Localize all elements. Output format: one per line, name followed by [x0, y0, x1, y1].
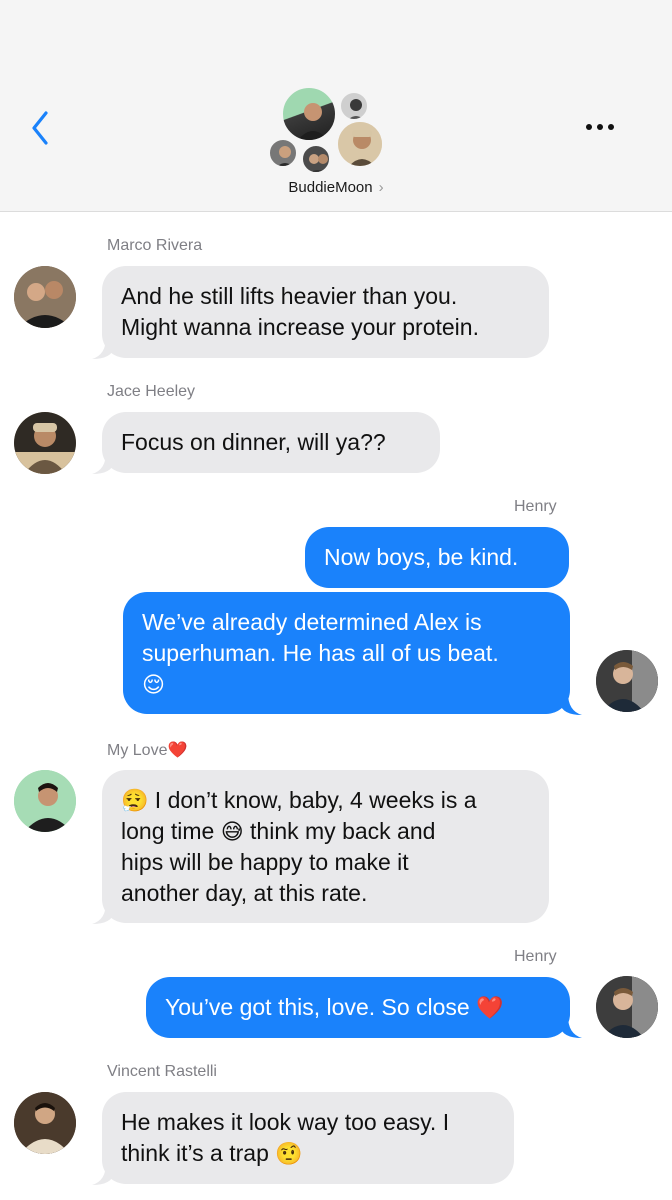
avatar-jace-heeley[interactable]: [14, 412, 76, 474]
message-text: Might wanna increase your protein.: [121, 314, 479, 340]
message-text: hips will be happy to make it: [121, 849, 409, 875]
message-text: think my back and: [250, 818, 436, 844]
conversation-header: BuddieMoon ›: [0, 0, 672, 212]
message-text: long time: [121, 818, 215, 844]
message-text: Now boys, be kind.: [324, 544, 519, 570]
sender-name: My Love❤️: [107, 740, 187, 760]
group-avatar-jace: [336, 120, 384, 168]
sender-name: Henry: [514, 498, 557, 515]
group-name-label: BuddieMoon: [288, 179, 373, 196]
chevron-right-icon: ›: [378, 179, 384, 196]
message-bubble[interactable]: Now boys, be kind.: [305, 527, 569, 588]
message-bubble[interactable]: And he still lifts heavier than you. Mig…: [102, 266, 549, 358]
sender-name-label: My Love: [107, 742, 168, 759]
exhaling-face-emoji: 😮‍💨: [121, 788, 149, 813]
avatar-marco-rivera[interactable]: [14, 266, 76, 328]
message-bubble[interactable]: You’ve got this, love. So close ❤️: [146, 977, 570, 1038]
grinning-sweat-emoji: 😅: [220, 819, 244, 844]
message-text: superhuman. He has all of us beat.: [142, 640, 499, 666]
message-text: another day, at this rate.: [121, 880, 368, 906]
avatar-henry[interactable]: [596, 976, 658, 1038]
group-avatar-small-3: [301, 144, 331, 174]
back-button[interactable]: [26, 108, 56, 148]
ellipsis-icon: [586, 124, 614, 130]
message-text: He makes it look way too easy. I: [121, 1109, 450, 1135]
more-options-button[interactable]: [580, 112, 620, 142]
message-bubble[interactable]: 😮‍💨 I don’t know, baby, 4 weeks is a lon…: [102, 770, 549, 923]
sender-name: Vincent Rastelli: [107, 1063, 217, 1080]
red-heart-emoji: ❤️: [476, 995, 504, 1020]
message-text: And he still lifts heavier than you.: [121, 283, 458, 309]
red-heart-emoji: ❤️: [167, 742, 188, 759]
sender-name: Jace Heeley: [107, 383, 196, 400]
message-text: We’ve already determined Alex is: [142, 609, 482, 635]
group-avatar-small-2: [268, 138, 298, 168]
sender-name: Henry: [514, 948, 557, 965]
relieved-face-emoji: 😌: [142, 672, 165, 697]
message-text: You’ve got this, love. So close: [165, 994, 470, 1020]
avatar-vincent-rastelli[interactable]: [14, 1092, 76, 1154]
message-bubble[interactable]: We’ve already determined Alex is superhu…: [123, 592, 570, 714]
raised-eyebrow-emoji: 🤨: [275, 1141, 303, 1166]
group-avatar-my-love: [281, 86, 337, 142]
message-text: I don’t know, baby, 4 weeks is a: [154, 787, 477, 813]
group-name[interactable]: BuddieMoon ›: [0, 179, 672, 196]
message-text: Focus on dinner, will ya??: [121, 429, 386, 455]
sender-name: Marco Rivera: [107, 237, 203, 254]
group-avatar-cluster[interactable]: [268, 86, 388, 174]
avatar-my-love[interactable]: [14, 770, 76, 832]
group-avatar-small-1: [339, 91, 369, 121]
message-bubble[interactable]: Focus on dinner, will ya??: [102, 412, 440, 473]
message-bubble[interactable]: He makes it look way too easy. I think i…: [102, 1092, 514, 1184]
avatar-henry[interactable]: [596, 650, 658, 712]
message-text: think it’s a trap: [121, 1140, 269, 1166]
chevron-left-icon: [32, 111, 48, 145]
